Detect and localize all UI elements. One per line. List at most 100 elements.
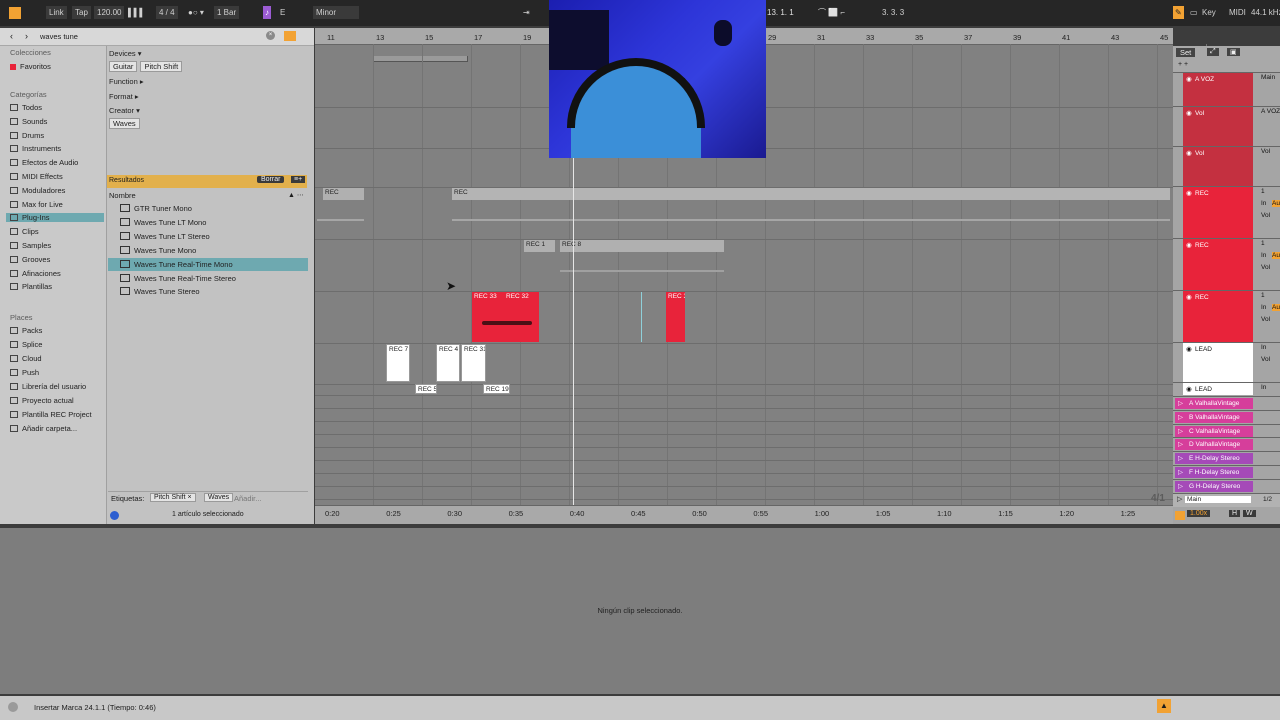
follow-icon[interactable]: ⇥ [523, 6, 530, 19]
return-track[interactable]: G H-Delay Stereo ▷ [1173, 478, 1280, 492]
set-button[interactable]: Set [1176, 48, 1196, 57]
time-ruler[interactable] [315, 505, 1173, 524]
return-track[interactable]: B ValhallaVintage ▷ [1173, 409, 1280, 423]
clip-rec-4[interactable]: REC 4 [436, 344, 460, 382]
category-item[interactable]: Drums [10, 131, 44, 140]
monitor-auto-button[interactable]: Au [1272, 252, 1280, 259]
result-item[interactable]: Waves Tune LT Stereo [120, 230, 308, 243]
zoom-field[interactable]: 1.00x [1187, 510, 1211, 517]
position-field[interactable]: 13. 1. 1 [767, 6, 794, 19]
tap-button[interactable]: Tap [72, 6, 91, 19]
volume-label[interactable]: Vol [1261, 264, 1270, 271]
lock-icon[interactable]: ▣ [1227, 48, 1240, 56]
place-item[interactable]: Librería del usuario [10, 382, 86, 391]
track-header[interactable]: A VOZ ◉ Main [1173, 72, 1280, 107]
place-item[interactable]: Splice [10, 340, 42, 349]
result-item[interactable]: Waves Tune Stereo [120, 285, 308, 298]
waves-tag[interactable]: Waves [109, 118, 140, 129]
clip-rec-b[interactable]: REC [452, 188, 1170, 200]
place-item[interactable]: Cloud [10, 354, 42, 363]
track-header[interactable]: Vol ◉ A VOZ [1173, 106, 1280, 147]
return-fold-icon[interactable]: ▷ [1178, 413, 1183, 421]
expand-icon[interactable]: ⤢ [1207, 48, 1219, 56]
clear-search-icon[interactable]: × [266, 31, 275, 40]
volume-label[interactable]: Vol [1261, 356, 1270, 363]
track-name[interactable]: REC [1183, 292, 1253, 303]
return-track[interactable]: D ValhallaVintage ▷ [1173, 437, 1280, 451]
track-io[interactable]: 1 [1261, 188, 1265, 195]
forward-icon[interactable]: › [25, 31, 28, 41]
search-input[interactable]: waves tune [40, 32, 78, 41]
status-indicator-icon[interactable] [8, 702, 18, 712]
clip-rec-32[interactable]: REC 32 [504, 292, 539, 342]
return-fold-icon[interactable]: ▷ [1178, 440, 1183, 448]
app-menu-icon[interactable] [9, 7, 21, 19]
clip-rec-3[interactable]: REC 3 [666, 292, 685, 342]
scale-dropdown[interactable]: Minor [313, 6, 359, 19]
guitar-tag[interactable]: Guitar [109, 61, 138, 72]
category-item[interactable]: Efectos de Audio [10, 158, 78, 167]
track-header[interactable]: Vol ◉ Vol [1173, 146, 1280, 187]
return-fold-icon[interactable]: ▷ [1178, 427, 1183, 435]
place-item[interactable]: Plantilla REC Project [10, 410, 92, 419]
time-signature-field[interactable]: 4 / 4 [156, 6, 178, 19]
h-button[interactable]: H [1229, 510, 1241, 517]
return-name[interactable]: C ValhallaVintage [1175, 425, 1253, 437]
return-fold-icon[interactable]: ▷ [1178, 468, 1183, 476]
metronome-icon[interactable]: ▌▌▌ [128, 6, 145, 19]
tempo-field[interactable]: 120.00 [94, 6, 125, 19]
place-item[interactable]: Packs [10, 326, 42, 335]
return-name[interactable]: E H-Delay Stereo [1175, 453, 1253, 465]
fold-icon[interactable]: ◉ [1186, 189, 1192, 197]
track-header[interactable]: REC ◉ 1 In Au Vol [1173, 186, 1280, 239]
return-name[interactable]: A ValhallaVintage [1175, 398, 1253, 409]
track-header[interactable]: REC ◉ 1 In Au Vol [1173, 290, 1280, 343]
loop-switch-icon[interactable]: ⌒ ⬜ ⌐ [818, 6, 845, 19]
monitor-auto-button[interactable]: Au [1272, 200, 1280, 207]
result-item[interactable]: Waves Tune LT Mono [120, 216, 308, 229]
add-tag-input[interactable]: Añadir... [234, 494, 262, 503]
filter-icon[interactable] [284, 31, 296, 41]
return-name[interactable]: B ValhallaVintage [1175, 411, 1253, 423]
track-io[interactable]: 1 [1261, 292, 1265, 299]
add-filter-icon[interactable]: ≡+ [291, 176, 306, 183]
main-track[interactable]: ▷ Main 1/2 [1173, 493, 1280, 507]
return-track[interactable]: A ValhallaVintage ▷ [1173, 396, 1280, 409]
track-name[interactable]: REC [1183, 188, 1253, 199]
main-fold-icon[interactable]: ▷ [1177, 495, 1182, 503]
monitor-in-button[interactable]: In [1261, 200, 1266, 207]
name-column-header[interactable]: Nombre [109, 191, 136, 200]
format-facet[interactable]: Format ▸ [109, 92, 139, 101]
track-io[interactable]: In [1261, 384, 1266, 391]
track-io[interactable]: 1 [1261, 240, 1265, 247]
quantize-dropdown[interactable]: 1 Bar [214, 6, 240, 19]
link-button[interactable]: Link [46, 6, 67, 19]
scale-mode-icon[interactable]: ♪ [263, 6, 271, 19]
creator-facet[interactable]: Creator ▾ [109, 106, 140, 115]
result-item[interactable]: Waves Tune Mono [120, 244, 308, 257]
category-item[interactable]: Plug-Ins [6, 213, 104, 223]
category-item[interactable]: Afinaciones [10, 269, 61, 278]
place-item[interactable]: Proyecto actual [10, 396, 74, 405]
monitor-in-button[interactable]: In [1261, 252, 1266, 259]
orange-toggle-icon[interactable] [1175, 511, 1185, 520]
fold-icon[interactable]: ◉ [1186, 385, 1192, 393]
midi-map-button[interactable]: MIDI [1229, 6, 1246, 19]
return-name[interactable]: F H-Delay Stereo [1175, 467, 1253, 478]
return-track[interactable]: F H-Delay Stereo ▷ [1173, 465, 1280, 478]
track-io[interactable]: Vol [1261, 148, 1270, 155]
track-io[interactable]: In [1261, 344, 1266, 351]
clip-rec-8[interactable]: REC 8 [560, 240, 724, 252]
back-icon[interactable]: ‹ [10, 31, 13, 41]
category-item[interactable]: Instruments [10, 144, 61, 153]
sort-icon[interactable]: ▲ ⋯ [288, 191, 304, 199]
clear-results-button[interactable]: Borrar [257, 176, 285, 183]
track-io[interactable]: Main [1261, 74, 1275, 81]
favorites-item[interactable]: Favoritos [10, 62, 51, 71]
track-name[interactable]: REC [1183, 240, 1253, 251]
function-facet[interactable]: Function ▸ [109, 77, 144, 86]
key-map-button[interactable]: Key [1202, 6, 1216, 19]
clip-rec-7[interactable]: REC 7 [386, 344, 410, 382]
clip-rec-33[interactable]: REC 33 [472, 292, 504, 342]
category-item[interactable]: Sounds [10, 117, 47, 126]
